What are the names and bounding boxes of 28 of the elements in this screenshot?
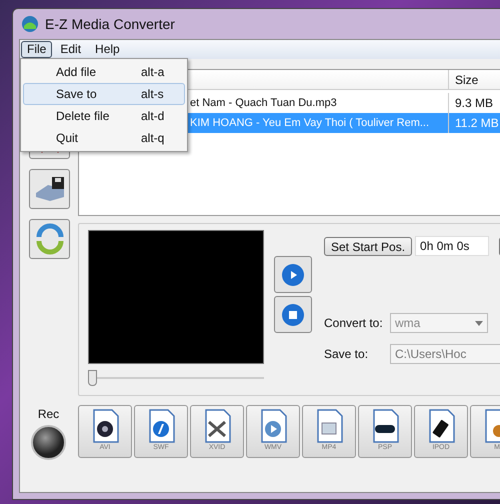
save-to-label: Save to: <box>324 346 370 363</box>
play-icon <box>281 262 305 286</box>
save-button[interactable] <box>29 169 70 209</box>
refresh-icon <box>34 223 66 255</box>
stop-button[interactable] <box>274 296 312 333</box>
convert-button[interactable] <box>29 219 70 259</box>
convert-to-label: Convert to: <box>324 315 384 332</box>
menu-entry[interactable]: Save to alt-s <box>23 83 185 105</box>
rec-label: Rec <box>38 406 60 423</box>
dropdown-arrow-icon <box>475 320 483 326</box>
stop-icon <box>281 302 305 326</box>
menu-item[interactable]: File <box>21 41 52 58</box>
play-button[interactable] <box>274 256 312 293</box>
file-size: 9.3 MB <box>454 95 494 112</box>
set-start-button[interactable]: Set Start Pos. <box>324 236 412 256</box>
menu-item[interactable]: Help <box>89 41 126 58</box>
start-position-field[interactable]: 0h 0m 0s <box>415 236 490 256</box>
app-logo-icon <box>21 15 39 33</box>
file-size: 11.2 MB <box>454 115 499 132</box>
record-button[interactable] <box>31 425 66 460</box>
menu-entry[interactable]: Add file alt-a <box>23 61 185 83</box>
slider-thumb[interactable] <box>88 370 97 386</box>
seek-slider[interactable] <box>88 370 264 386</box>
disk-drive-icon <box>34 175 66 203</box>
save-path-field[interactable]: C:\Users\Hoc <box>390 344 500 364</box>
window-title: E-Z Media Converter <box>45 14 175 34</box>
menu-item[interactable]: Edit <box>54 41 88 58</box>
column-header[interactable]: Size <box>449 70 484 89</box>
